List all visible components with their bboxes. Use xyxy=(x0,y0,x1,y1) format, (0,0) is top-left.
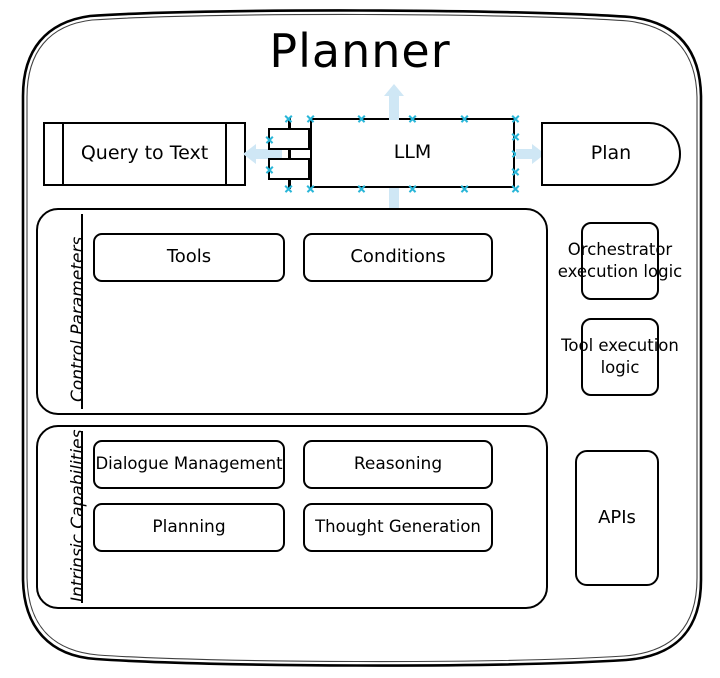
node-tool-execution-logic[interactable]: Tool execution logic xyxy=(561,318,679,396)
node-orchestrator-execution-logic[interactable]: Orchestrator execution logic xyxy=(558,222,682,300)
node-apis-label: APIs xyxy=(598,506,636,528)
node-planning-label: Planning xyxy=(152,516,226,537)
node-llm[interactable]: LLM xyxy=(310,118,515,188)
node-query-to-text-label: Query to Text xyxy=(80,142,209,165)
node-plan-label: Plan xyxy=(590,142,632,165)
node-reasoning[interactable]: Reasoning xyxy=(303,440,493,489)
node-conditions-label: Conditions xyxy=(350,246,446,268)
group-intrinsic-capabilities-label: Intrinsic Capabilities xyxy=(68,429,88,602)
mini-process-connector-bottom xyxy=(288,179,291,189)
mini-process-box-1[interactable] xyxy=(268,128,310,150)
page-title: Planner xyxy=(269,24,451,78)
node-plan[interactable]: Plan xyxy=(541,122,681,186)
node-apis[interactable]: APIs xyxy=(575,450,659,586)
node-dialogue-management[interactable]: Dialogue Management xyxy=(93,440,285,489)
group-control-parameters-label: Control Parameters xyxy=(68,236,88,402)
node-conditions[interactable]: Conditions xyxy=(303,233,493,282)
predefined-process-right-bar xyxy=(225,124,227,184)
node-planning[interactable]: Planning xyxy=(93,503,285,552)
node-tools[interactable]: Tools xyxy=(93,233,285,282)
node-reasoning-label: Reasoning xyxy=(353,453,443,474)
node-thought-generation-label: Thought Generation xyxy=(315,517,481,537)
mini-process-box-2[interactable] xyxy=(268,158,310,180)
node-thought-generation[interactable]: Thought Generation xyxy=(303,503,493,552)
node-tools-label: Tools xyxy=(166,246,212,268)
diagram-canvas: Planner Query to Text LLM Plan Control P… xyxy=(0,0,720,678)
predefined-process-left-bar xyxy=(62,124,64,184)
node-dialogue-management-label: Dialogue Management xyxy=(95,454,283,474)
node-llm-label: LLM xyxy=(393,141,432,164)
node-query-to-text[interactable]: Query to Text xyxy=(43,122,246,186)
